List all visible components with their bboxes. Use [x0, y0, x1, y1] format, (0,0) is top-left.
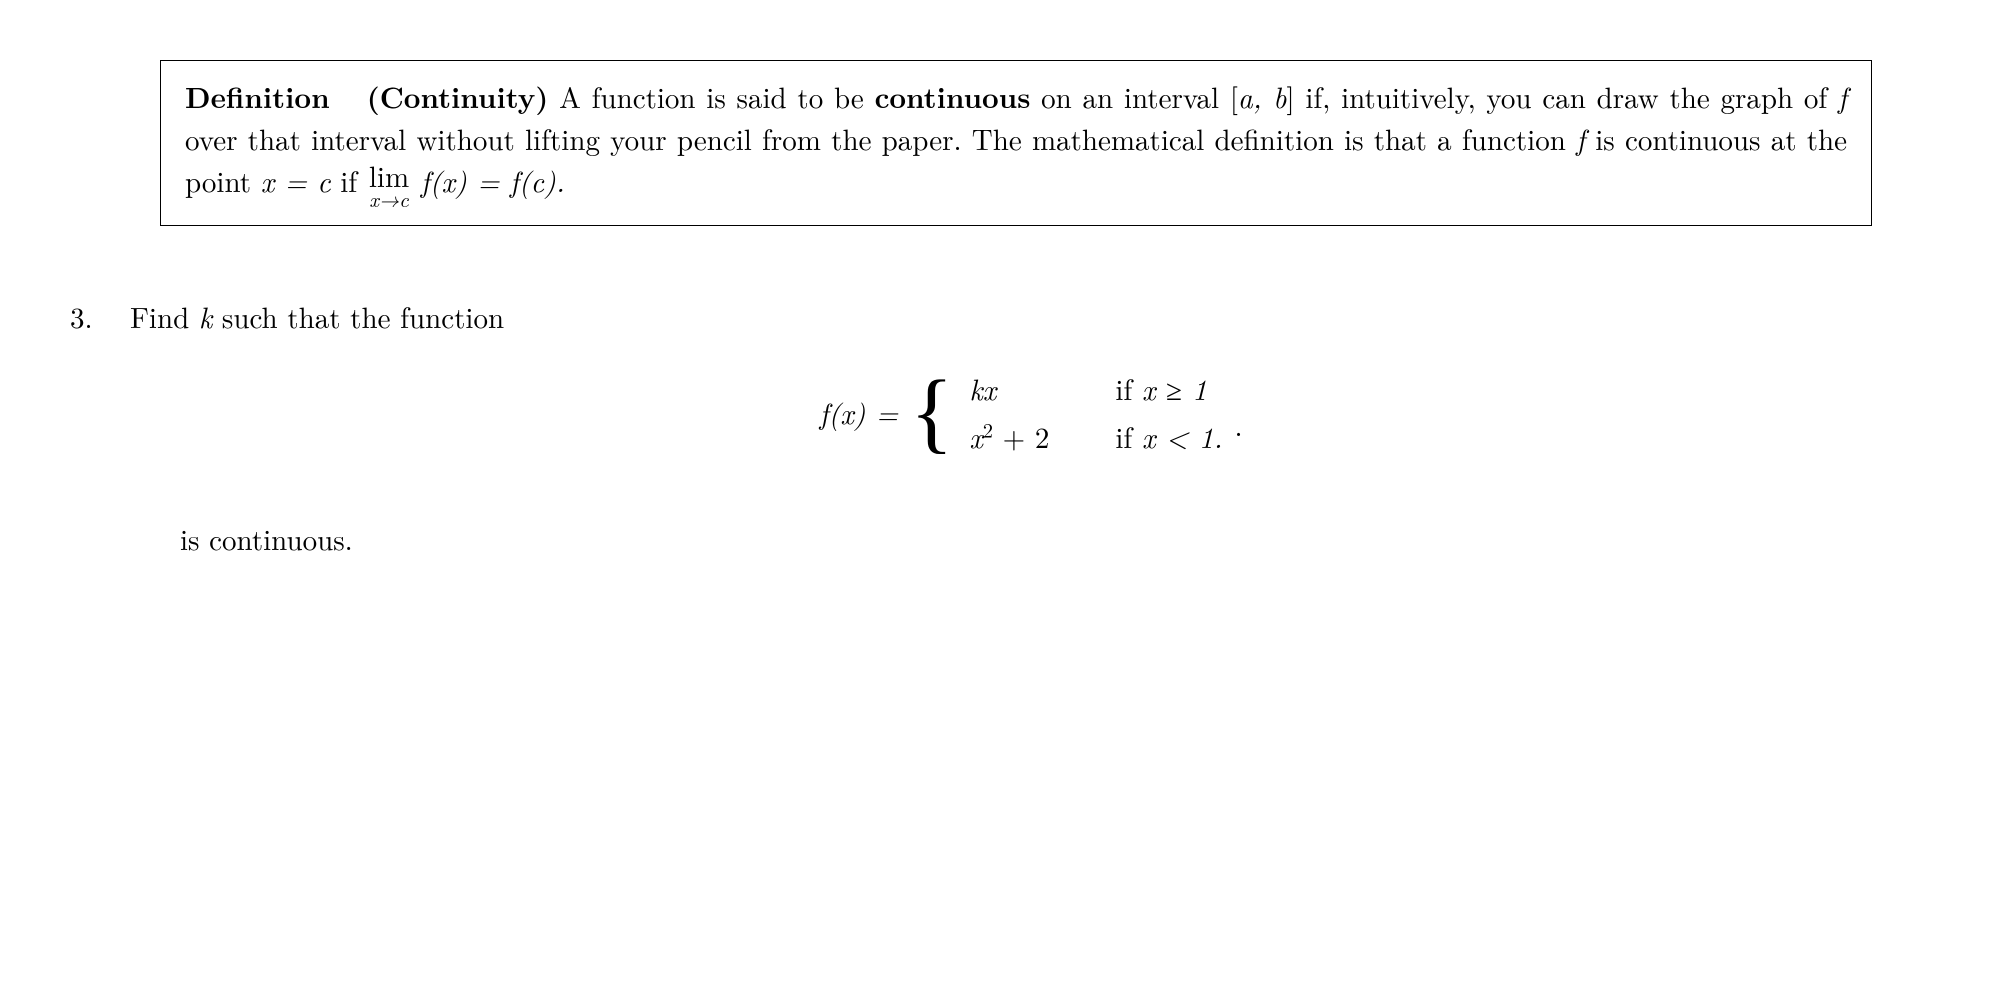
case-row: kx if x ≥ 1	[969, 368, 1222, 410]
definition-text: on an interval	[1041, 76, 1230, 117]
definition-title: (Continuity)	[367, 75, 549, 117]
k-symbol: k	[199, 296, 212, 337]
continuous-word: continuous	[875, 75, 1031, 117]
problem-number: 3.	[70, 296, 120, 338]
interval-right: ]	[1286, 76, 1294, 117]
case-condition: if x < 1.	[1115, 416, 1222, 458]
problem-intro: Find	[130, 296, 199, 337]
f-symbol: f	[1576, 118, 1585, 159]
definition-text: if, intuitively, you can draw the graph …	[1305, 76, 1838, 117]
piecewise-function: f(x) = { kx if x ≥ 1 x2 + 2 if x	[130, 368, 1932, 458]
interval-left: [	[1230, 76, 1238, 117]
interval-vars: a, b	[1238, 76, 1287, 117]
definition-text: A function is said to be	[559, 76, 875, 117]
left-brace: {	[910, 381, 953, 444]
case-math: x ≥ 1	[1142, 368, 1207, 409]
definition-text: over that interval without lifting your …	[185, 118, 1576, 159]
x-eq-c: x = c	[261, 160, 331, 201]
problem-closing: is continuous.	[180, 518, 1932, 560]
case-if: if	[1115, 416, 1142, 457]
fx-eq-fc: f(x) = f(c).	[421, 160, 565, 201]
definition-label: Definition	[185, 75, 330, 117]
plus-two: + 2	[993, 416, 1049, 457]
definition-box: Definition (Continuity) A function is sa…	[160, 60, 1872, 226]
case-if: if	[1115, 368, 1142, 409]
f-symbol: f	[1838, 76, 1847, 117]
exponent: 2	[983, 414, 993, 443]
case-math: x < 1.	[1142, 416, 1223, 457]
case-row: x2 + 2 if x < 1.	[969, 416, 1222, 458]
case-expression: x2 + 2	[969, 416, 1079, 458]
problem-body: Find k such that the function f(x) = { k…	[130, 296, 1932, 560]
problem-intro: such that the function	[222, 296, 504, 337]
limit-expression: lim x→c	[369, 161, 409, 211]
case-condition: if x ≥ 1	[1115, 368, 1207, 410]
fx-label: f(x) =	[819, 392, 898, 434]
case-expression: kx	[969, 368, 1079, 410]
cases-block: kx if x ≥ 1 x2 + 2 if x < 1.	[969, 368, 1222, 458]
trailing-period: .	[1234, 404, 1242, 446]
x-var: x	[969, 416, 982, 457]
problem-item: 3. Find k such that the function f(x) = …	[70, 296, 1932, 560]
definition-text: if	[340, 160, 367, 201]
lim-subscript: x→c	[369, 190, 409, 211]
